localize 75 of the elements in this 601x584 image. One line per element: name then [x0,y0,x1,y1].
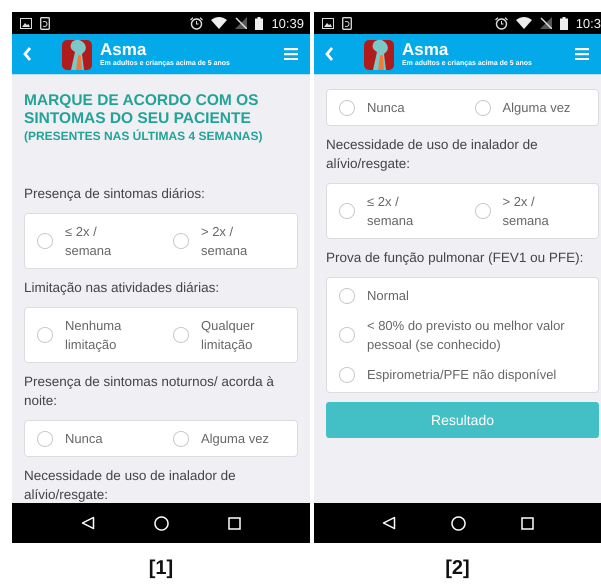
question-label: Necessidade de uso de inalador de alívio/resgate: [24,467,237,503]
option-label: > 2x / semana [502,193,550,230]
screen-caption: [2] [445,557,470,580]
home-icon[interactable] [450,516,466,530]
radio-option[interactable]: ≤ 2x / semana [327,192,462,230]
menu-icon[interactable] [575,48,589,60]
radio-button[interactable] [173,430,189,446]
option-label: ≤ 2x / semana [65,223,112,260]
radio-option[interactable]: > 2x / semana [161,222,297,260]
option-label: ≤ 2x / semana [367,193,414,230]
radio-button[interactable] [339,203,355,219]
question-label: Limitação nas atividades diárias: [24,279,220,297]
app-title: Asma [402,40,450,58]
app-logo-icon [62,38,92,70]
question-label: Prova de função pulmonar (FEV1 ou PFE): [326,249,584,267]
radio-option[interactable]: ≤ 2x / semana [25,222,161,260]
option-label: < 80% do previsto ou melhor valor pessoal (se conhecido) [367,317,566,354]
radio-option[interactable]: Espirometria/PFE não disponível [327,363,598,386]
radio-option[interactable]: Qualquer limitação [161,316,297,354]
option-label: > 2x / semana [201,223,248,260]
home-icon[interactable] [154,516,169,530]
no-signal-icon [540,17,552,29]
wifi-icon [516,17,532,29]
radio-option[interactable]: Nenhuma limitação [25,316,161,354]
image-icon [322,18,334,28]
no-signal-icon [235,17,248,29]
option-label: Alguma vez [502,99,570,117]
radio-button[interactable] [474,100,490,116]
back-icon[interactable] [382,516,396,530]
phone-icon [342,16,352,30]
radio-button[interactable] [173,233,189,249]
wifi-icon [211,17,228,29]
phone-icon [40,16,50,30]
option-label: Espirometria/PFE não disponível [367,366,556,384]
screen-caption: [1] [148,557,174,580]
radio-option[interactable]: Alguma vez [161,429,297,448]
radio-button[interactable] [339,100,355,116]
radio-button[interactable] [339,288,355,304]
battery-icon [560,16,568,30]
image-icon [20,18,32,28]
battery-icon [255,16,264,30]
radio-option[interactable]: Normal [327,284,598,307]
option-label: Qualquer limitação [201,317,256,354]
radio-button[interactable] [173,327,189,343]
option-label: Nenhuma limitação [65,317,122,354]
option-label: Alguma vez [201,430,269,448]
recent-apps-icon[interactable] [228,516,241,530]
option-label: Nunca [367,99,405,117]
question-label: Presença de sintomas diários: [24,185,206,203]
radio-option[interactable]: Nunca [25,429,161,448]
option-label: Nunca [65,430,103,448]
question-label: Necessidade de uso de inalador de alívio/resgate: [326,136,539,173]
status-time: 10:3 [576,16,601,30]
radio-option[interactable]: Alguma vez [462,98,598,117]
radio-option[interactable]: Nunca [327,98,462,117]
alarm-icon [494,16,508,30]
recent-apps-icon[interactable] [520,516,534,530]
back-icon[interactable] [81,516,96,530]
menu-icon[interactable] [284,48,298,60]
form-subheading: (PRESENTES NAS ÚLTIMAS 4 SEMANAS) [24,128,264,145]
radio-option[interactable]: > 2x / semana [462,192,598,230]
radio-button[interactable] [339,366,355,382]
radio-button[interactable] [37,327,53,343]
option-label: Normal [367,287,409,305]
radio-button[interactable] [37,430,53,446]
form-heading: MARQUE DE ACORDO COM OS SINTOMAS DO SEU PACIENTE [24,92,260,128]
alarm-icon [190,16,204,30]
radio-option[interactable]: < 80% do previsto ou melhor valor pessoal (se conhecido) [327,314,598,356]
radio-button[interactable] [474,203,490,219]
radio-button[interactable] [37,233,53,249]
status-time: 10:39 [271,16,304,30]
question-label: Presença de sintomas noturnos/ acorda à noite: [24,373,275,410]
radio-button[interactable] [339,327,355,343]
app-title: Asma [100,40,148,58]
app-logo-icon [364,38,394,70]
